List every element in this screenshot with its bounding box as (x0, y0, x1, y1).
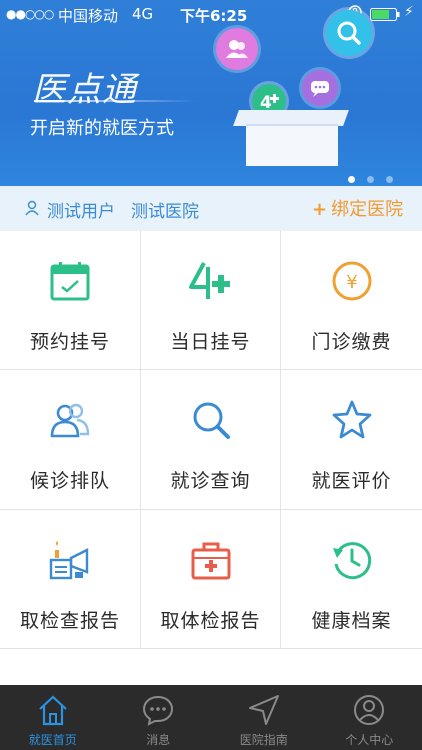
grid-item-review[interactable]: 就医评价 (281, 370, 422, 510)
grid-item-label: 当日挂号 (170, 331, 251, 353)
chat-bubble-icon (302, 70, 338, 106)
tab-hospital-guide[interactable]: 医院指南 (211, 685, 317, 750)
function-grid: 预约挂号 当日挂号 ¥ 门诊缴费 候诊排队 就诊查询 就医评价 取检查报告 取体… (0, 231, 422, 649)
carousel-indicator[interactable] (348, 168, 405, 186)
carousel-dot[interactable] (386, 176, 393, 183)
user-name: 测试用户 (47, 202, 115, 222)
test-report-icon (49, 541, 89, 580)
grid-item-test-report[interactable]: 取检查报告 (0, 510, 141, 649)
calendar-icon (50, 262, 90, 301)
bind-hospital-label: 绑定医院 (331, 199, 404, 220)
star-icon (332, 400, 371, 439)
carousel-dot[interactable] (348, 176, 355, 183)
user-bubble-icon (216, 28, 258, 70)
tab-label: 个人中心 (345, 733, 394, 747)
tab-label: 医院指南 (239, 733, 288, 747)
yuan-coin-icon: ¥ (332, 261, 371, 301)
grid-item-health-record[interactable]: 健康档案 (281, 510, 422, 649)
tab-home[interactable]: 就医首页 (0, 685, 106, 750)
status-time: 下午6:25 (180, 7, 248, 25)
banner-slogan: 开启新的就医方式 (30, 118, 174, 139)
battery-icon (370, 8, 400, 21)
clock-history-icon (332, 542, 371, 580)
navigation-icon (248, 695, 279, 725)
tab-label: 消息 (146, 733, 171, 747)
medical-kit-icon (191, 542, 230, 580)
search-bubble-icon (326, 10, 372, 56)
grid-item-label: 预约挂号 (29, 331, 110, 353)
network-type: 4G (132, 5, 154, 23)
grid-item-queue[interactable]: 候诊排队 (0, 370, 141, 510)
grid-item-label: 门诊缴费 (311, 331, 392, 353)
plus-icon: + (312, 199, 328, 220)
grid-item-checkup-report[interactable]: 取体检报告 (141, 510, 281, 649)
grid-item-payment[interactable]: ¥ 门诊缴费 (281, 231, 422, 370)
grid-item-label: 健康档案 (311, 610, 392, 632)
open-box-illustration (246, 124, 338, 166)
user-info-bar: 测试用户 测试医院 + 绑定医院 (0, 186, 422, 232)
bind-hospital-button[interactable]: + 绑定医院 (312, 195, 403, 221)
grid-item-appointment[interactable]: 预约挂号 (0, 231, 141, 370)
carousel-dot[interactable] (367, 176, 374, 183)
grid-item-label: 取检查报告 (19, 610, 120, 632)
hospital-name: 测试医院 (131, 202, 199, 222)
grid-item-label: 候诊排队 (29, 470, 110, 492)
grid-item-label: 就诊查询 (170, 470, 251, 492)
tab-profile[interactable]: 个人中心 (317, 685, 422, 750)
grid-item-label: 就医评价 (311, 470, 392, 492)
app-logo: 医点通 (32, 70, 137, 110)
tab-bar: 就医首页 消息 医院指南 个人中心 (0, 685, 422, 750)
search-icon (193, 402, 230, 439)
banner[interactable]: ●●○○○ 中国移动 4G 下午6:25 ⚡ 医点通 开启新的就医方式 4 (0, 0, 422, 186)
chat-icon (143, 695, 174, 726)
tab-messages[interactable]: 消息 (106, 685, 212, 750)
charging-icon: ⚡ (404, 4, 414, 20)
svg-text:¥: ¥ (346, 272, 357, 293)
grid-item-label: 取体检报告 (160, 610, 261, 632)
grid-item-same-day[interactable]: 当日挂号 (141, 231, 281, 370)
people-queue-icon (50, 403, 90, 438)
carrier-name: 中国移动 (58, 7, 119, 25)
user-icon (25, 200, 39, 216)
four-plus-icon (188, 262, 230, 299)
signal-strength: ●●○○○ (6, 7, 54, 21)
home-icon (39, 695, 67, 726)
logo-underline (34, 100, 196, 102)
person-icon (354, 695, 385, 725)
grid-item-query[interactable]: 就诊查询 (141, 370, 281, 510)
tab-label: 就医首页 (28, 733, 77, 747)
